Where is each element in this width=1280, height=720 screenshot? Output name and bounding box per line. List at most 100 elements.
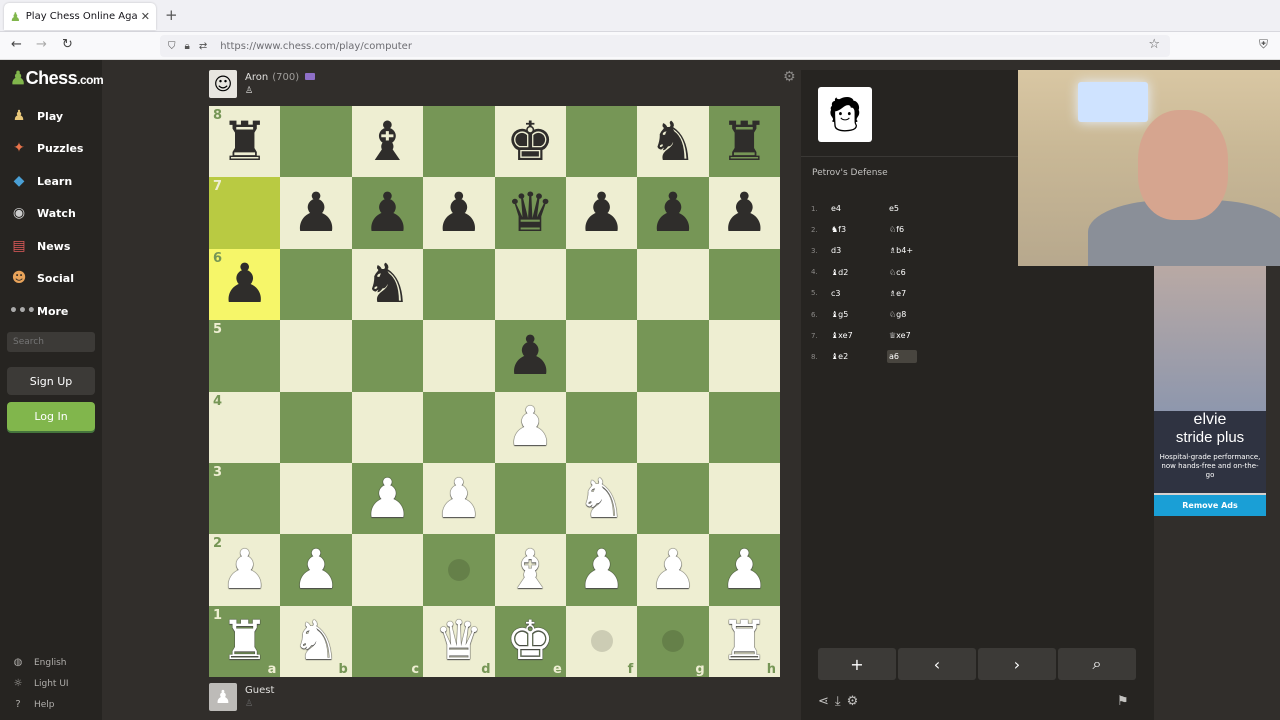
black-pawn-icon[interactable]: ♟ (720, 186, 768, 240)
square-a8[interactable]: 8 ♜ (209, 106, 281, 178)
analysis-zoom-button[interactable]: ⌕ (1058, 648, 1136, 680)
black-move[interactable]: ♗b4+ (887, 244, 917, 257)
white-pawn-icon[interactable]: ♟ (363, 471, 411, 526)
square-h5[interactable] (708, 320, 780, 392)
resign-flag-icon[interactable]: ⚑ (1117, 694, 1129, 709)
square-b3[interactable] (280, 462, 352, 535)
square-f1[interactable]: f (565, 605, 638, 677)
browser-tab[interactable]: ♟ Play Chess Online Against the C ✕ (4, 3, 156, 30)
square-c3[interactable]: ♟ (351, 462, 424, 535)
square-e5[interactable]: ♟ (494, 320, 566, 392)
square-c2[interactable] (351, 534, 424, 606)
square-e4[interactable]: ♟ (494, 391, 566, 463)
square-d2[interactable] (423, 534, 495, 606)
square-h4[interactable] (708, 391, 780, 463)
square-g3[interactable] (637, 462, 709, 535)
black-pawn-icon[interactable]: ♟ (292, 186, 340, 240)
black-move[interactable]: ♘g8 (887, 308, 917, 321)
square-a4[interactable]: 4 (209, 391, 281, 463)
black-move[interactable]: ♕xe7 (887, 329, 917, 342)
square-b1[interactable]: b ♞ (280, 605, 352, 677)
new-tab-icon[interactable]: + (165, 6, 178, 24)
black-move[interactable]: ♘f6 (887, 223, 917, 236)
language-link[interactable]: ◍ English (10, 657, 67, 668)
square-d3[interactable]: ♟ (423, 462, 495, 535)
square-f2[interactable]: ♟ (565, 534, 638, 606)
square-f3[interactable]: ♞ (565, 462, 638, 535)
square-f8[interactable] (565, 106, 638, 178)
square-c1[interactable]: c (351, 605, 424, 677)
move-hint-dot[interactable] (447, 558, 470, 581)
square-h6[interactable] (708, 248, 780, 321)
share-icon[interactable]: ⋖ (818, 694, 829, 709)
back-icon[interactable]: ← (11, 37, 22, 52)
square-h1[interactable]: h ♜ (708, 605, 780, 677)
square-h7[interactable]: ♟ (708, 177, 780, 249)
white-king-icon[interactable]: ♚ (506, 614, 554, 668)
white-pawn-icon[interactable]: ♟ (220, 542, 268, 597)
white-rook-icon[interactable]: ♜ (720, 614, 768, 668)
white-queen-icon[interactable]: ♛ (435, 614, 483, 668)
sign-up-button[interactable]: Sign Up (7, 367, 95, 395)
square-b4[interactable] (280, 391, 352, 463)
black-bishop-icon[interactable]: ♝ (363, 114, 411, 169)
square-b8[interactable] (280, 106, 352, 178)
square-d4[interactable] (423, 391, 495, 463)
white-move[interactable]: ♝g5 (831, 310, 887, 319)
black-pawn-icon[interactable]: ♟ (577, 186, 625, 240)
sidebar-item-play[interactable]: ♟ Play (9, 108, 63, 124)
sidebar-item-more[interactable]: ••• More (9, 303, 68, 319)
square-g4[interactable] (637, 391, 709, 463)
white-pawn-icon[interactable]: ♟ (435, 471, 483, 526)
close-tab-icon[interactable]: ✕ (141, 10, 150, 23)
square-g2[interactable]: ♟ (637, 534, 709, 606)
white-move[interactable]: ♞f3 (831, 225, 887, 234)
remove-ads-button[interactable]: Remove Ads (1154, 495, 1266, 516)
black-rook-icon[interactable]: ♜ (720, 114, 768, 169)
sidebar-item-puzzles[interactable]: ✦ Puzzles (9, 140, 83, 156)
white-knight-icon[interactable]: ♞ (577, 471, 625, 526)
square-a7[interactable]: 7 (209, 177, 281, 249)
square-c6[interactable]: ♞ (351, 248, 424, 321)
white-pawn-icon[interactable]: ♟ (577, 542, 625, 597)
square-g5[interactable] (637, 320, 709, 392)
black-rook-icon[interactable]: ♜ (220, 114, 268, 169)
address-bar[interactable]: ⛉ 🔒︎ ⇄ https://www.chess.com/play/comput… (160, 35, 1170, 57)
square-g1[interactable]: g (637, 605, 709, 677)
help-link[interactable]: ? Help (10, 699, 54, 710)
new-game-plus-button[interactable]: + (818, 648, 896, 680)
sidebar-item-learn[interactable]: ◆ Learn (9, 173, 73, 189)
square-b2[interactable]: ♟ (280, 534, 352, 606)
black-pawn-icon[interactable]: ♟ (506, 328, 554, 383)
square-g7[interactable]: ♟ (637, 177, 709, 249)
square-d5[interactable] (423, 320, 495, 392)
sidebar-item-news[interactable]: ▤ News (9, 238, 70, 254)
square-c5[interactable] (351, 320, 424, 392)
sidebar-item-watch[interactable]: ◉ Watch (9, 205, 76, 221)
square-g6[interactable] (637, 248, 709, 321)
pocket-icon[interactable]: ⛨ (1259, 37, 1268, 52)
black-move[interactable]: e5 (887, 202, 917, 215)
square-c4[interactable] (351, 391, 424, 463)
advertisement[interactable]: elvie stride plus Hospital-grade perform… (1154, 266, 1266, 516)
search-input[interactable] (7, 332, 95, 352)
white-rook-icon[interactable]: ♜ (220, 614, 268, 668)
square-f4[interactable] (565, 391, 638, 463)
black-pawn-icon[interactable]: ♟ (220, 257, 268, 311)
square-b5[interactable] (280, 320, 352, 392)
square-e8[interactable]: ♚ (494, 106, 566, 178)
square-h8[interactable]: ♜ (708, 106, 780, 178)
square-e6[interactable] (494, 248, 566, 321)
square-a5[interactable]: 5 (209, 320, 281, 392)
square-h3[interactable] (708, 462, 780, 535)
square-f7[interactable]: ♟ (565, 177, 638, 249)
black-king-icon[interactable]: ♚ (506, 114, 554, 169)
square-b7[interactable]: ♟ (280, 177, 352, 249)
white-move[interactable]: ♝xe7 (831, 331, 887, 340)
white-bishop-icon[interactable]: ♝ (506, 542, 554, 597)
square-b6[interactable] (280, 248, 352, 321)
board-settings-gear-icon[interactable]: ⚙ (783, 69, 796, 85)
white-knight-icon[interactable]: ♞ (292, 614, 340, 668)
black-queen-icon[interactable]: ♛ (506, 186, 554, 240)
square-a3[interactable]: 3 (209, 462, 281, 535)
